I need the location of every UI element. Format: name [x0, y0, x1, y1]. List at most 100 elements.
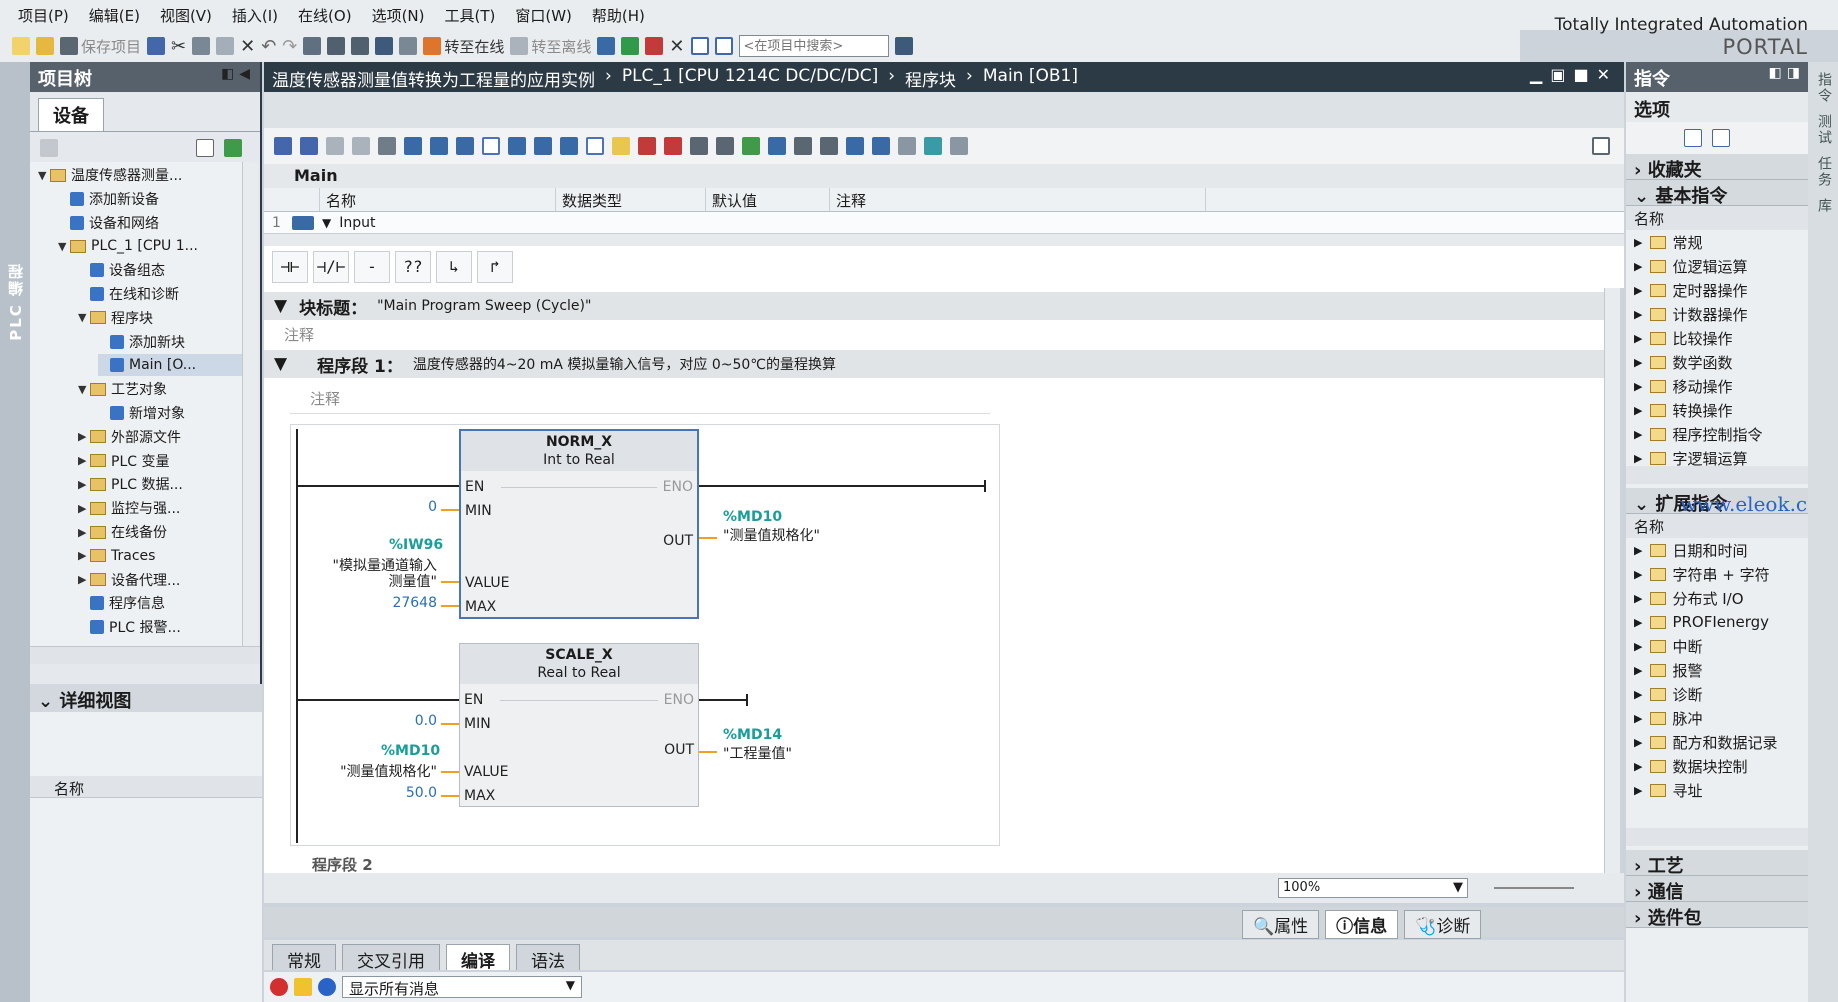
tree-item[interactable]: ▶ 监控与强...	[78, 497, 180, 519]
accessible-devices-icon[interactable]	[597, 37, 616, 55]
coil-button[interactable]: -()-	[354, 251, 390, 306]
folder-expand-icon[interactable]: ▶	[1634, 452, 1642, 465]
tree-expand-icon[interactable]: ▼	[58, 240, 70, 253]
breadcrumb-blocks[interactable]: 程序块	[905, 66, 956, 91]
instruction-folder[interactable]: ▶ 移动操作	[1626, 374, 1808, 398]
detail-view-header[interactable]: ⌄ 详细视图	[30, 684, 262, 712]
menu-project[interactable]: 项目(P)	[18, 5, 69, 26]
program-editor-canvas[interactable]: ▼ 块标题： "Main Program Sweep (Cycle)" 注释 ▼…	[264, 288, 1604, 873]
editor-vscrollbar[interactable]	[1604, 288, 1620, 873]
tree-item[interactable]: ▶ 设备代理...	[78, 569, 180, 591]
tree-expand-icon[interactable]: ▶	[78, 573, 90, 586]
compile-icon[interactable]	[303, 37, 322, 55]
redo-icon[interactable]: ↷	[282, 36, 297, 57]
close-branch-button[interactable]: ↱	[477, 251, 513, 283]
scale-en-pin[interactable]: EN	[464, 692, 483, 708]
norm-out-tag[interactable]: %MD10	[723, 509, 782, 525]
folder-expand-icon[interactable]: ▶	[1634, 380, 1642, 393]
devices-tab[interactable]: 设备	[38, 98, 104, 131]
scale-eno-pin[interactable]: ENO	[664, 692, 694, 708]
back-icon[interactable]	[872, 137, 890, 155]
collapse-panel-icon[interactable]: ◧ ◀	[221, 66, 250, 82]
tree-add-icon[interactable]	[224, 139, 242, 157]
norm-min-pin[interactable]: MIN	[465, 503, 492, 519]
strip-instructions[interactable]: 指令	[1814, 72, 1834, 104]
instruction-folder[interactable]: ▶ 中断	[1626, 634, 1808, 658]
delete-network-icon[interactable]	[300, 137, 318, 155]
split-horizontal-icon[interactable]	[690, 37, 709, 55]
tree-item[interactable]: 在线和诊断	[78, 283, 179, 305]
scale-value-name[interactable]: "测量值规格化"	[311, 761, 437, 781]
insert-network-icon[interactable]	[274, 137, 292, 155]
scale-x-box[interactable]: SCALE_X Real to Real EN ENO MIN OUT VALUE…	[459, 643, 699, 807]
scale-x-types[interactable]: Real to Real	[460, 664, 698, 682]
folder-expand-icon[interactable]: ▶	[1634, 568, 1642, 581]
menu-tools[interactable]: 工具(T)	[445, 5, 496, 26]
scale-out-tag[interactable]: %MD14	[723, 727, 782, 743]
instruction-folder[interactable]: ▶ 位逻辑运算	[1626, 254, 1808, 278]
undo-icon[interactable]: ↶	[261, 36, 276, 57]
folder-expand-icon[interactable]: ▶	[1634, 236, 1642, 249]
norm-en-pin[interactable]: EN	[465, 479, 484, 495]
print-icon[interactable]	[147, 37, 166, 55]
instruction-folder[interactable]: ▶ 数据块控制	[1626, 754, 1808, 778]
tree-item[interactable]: ▼ 工艺对象	[78, 378, 167, 400]
copy-icon[interactable]	[192, 37, 211, 55]
scale-out-pin[interactable]: OUT	[664, 742, 694, 758]
tree-item[interactable]: 添加新设备	[58, 188, 159, 210]
favorites-on-off-icon[interactable]	[508, 137, 526, 155]
split-vertical-icon[interactable]	[714, 37, 733, 55]
open-project-icon[interactable]	[36, 37, 54, 55]
instruction-folder[interactable]: ▶ PROFIenergy	[1626, 610, 1808, 634]
tree-expand-icon[interactable]: ▶	[78, 526, 90, 539]
warning-filter-icon[interactable]	[294, 978, 312, 996]
folder-expand-icon[interactable]: ▶	[1634, 332, 1642, 345]
subtab-syntax[interactable]: 语法	[516, 944, 580, 972]
call-env-icon[interactable]	[898, 137, 916, 155]
empty-box-button[interactable]: ??	[395, 251, 431, 283]
tab-properties[interactable]: 🔍属性	[1242, 910, 1320, 939]
message-filter-select[interactable]: 显示所有消息 ▼	[342, 976, 582, 998]
block-comment[interactable]: 注释	[284, 324, 314, 345]
tree-expand-icon[interactable]: ▶	[78, 502, 90, 515]
folder-expand-icon[interactable]: ▶	[1634, 760, 1642, 773]
go-offline-button[interactable]: 转至离线	[510, 36, 591, 57]
stop-simulation-icon[interactable]	[399, 37, 418, 55]
instruction-folder[interactable]: ▶ 字符串 + 字符	[1626, 562, 1808, 586]
menu-online[interactable]: 在线(O)	[298, 5, 352, 26]
folder-expand-icon[interactable]: ▶	[1634, 592, 1642, 605]
interface-row-input[interactable]: 1 ▼ Input	[264, 212, 1624, 234]
overview-icon[interactable]	[1592, 137, 1610, 155]
tree-item[interactable]: 设备组态	[78, 259, 165, 281]
go-to-icon[interactable]	[846, 137, 864, 155]
instruction-folder[interactable]: ▶ 常规	[1626, 230, 1808, 254]
norm-value-name-2[interactable]: 测量值"	[311, 571, 437, 591]
tab-info[interactable]: ⓘ信息	[1325, 910, 1399, 939]
instruction-folder[interactable]: ▶ 分布式 I/O	[1626, 586, 1808, 610]
open-branch-button[interactable]: ↳	[436, 251, 472, 283]
tree-item[interactable]: ▶ 在线备份	[78, 521, 167, 543]
breadcrumb-plc[interactable]: PLC_1 [CPU 1214C DC/DC/DC]	[622, 66, 878, 88]
network-2-label[interactable]: 程序段 2	[312, 854, 373, 873]
favorites-section[interactable]: › 收藏夹	[1626, 154, 1808, 181]
zoom-slider[interactable]	[1494, 887, 1574, 889]
folder-expand-icon[interactable]: ▶	[1634, 284, 1642, 297]
folder-expand-icon[interactable]: ▶	[1634, 616, 1642, 629]
instruction-folder[interactable]: ▶ 诊断	[1626, 682, 1808, 706]
instruction-folder[interactable]: ▶ 日期和时间	[1626, 538, 1808, 562]
tree-item[interactable]: ▶ 外部源文件	[78, 426, 181, 448]
tree-expand-icon[interactable]: ▶	[78, 430, 90, 443]
menu-edit[interactable]: 编辑(E)	[89, 5, 140, 26]
norm-out-name[interactable]: "测量值规格化"	[723, 525, 820, 545]
iface-expand-icon[interactable]: ▼	[322, 216, 331, 230]
norm-eno-pin[interactable]: ENO	[663, 479, 693, 495]
networks-on-off-icon[interactable]	[404, 137, 422, 155]
tree-settings-icon[interactable]	[40, 139, 58, 157]
norm-value-pin[interactable]: VALUE	[465, 575, 509, 591]
folder-expand-icon[interactable]: ▶	[1634, 308, 1642, 321]
go-online-button[interactable]: 转至在线	[423, 36, 504, 57]
block-title-row[interactable]: ▼ 块标题： "Main Program Sweep (Cycle)"	[264, 292, 1604, 320]
tree-item[interactable]: Main [O...	[98, 354, 242, 377]
tree-expand-icon[interactable]: ▶	[78, 454, 90, 467]
network-1-comment[interactable]: 注释	[310, 388, 340, 409]
